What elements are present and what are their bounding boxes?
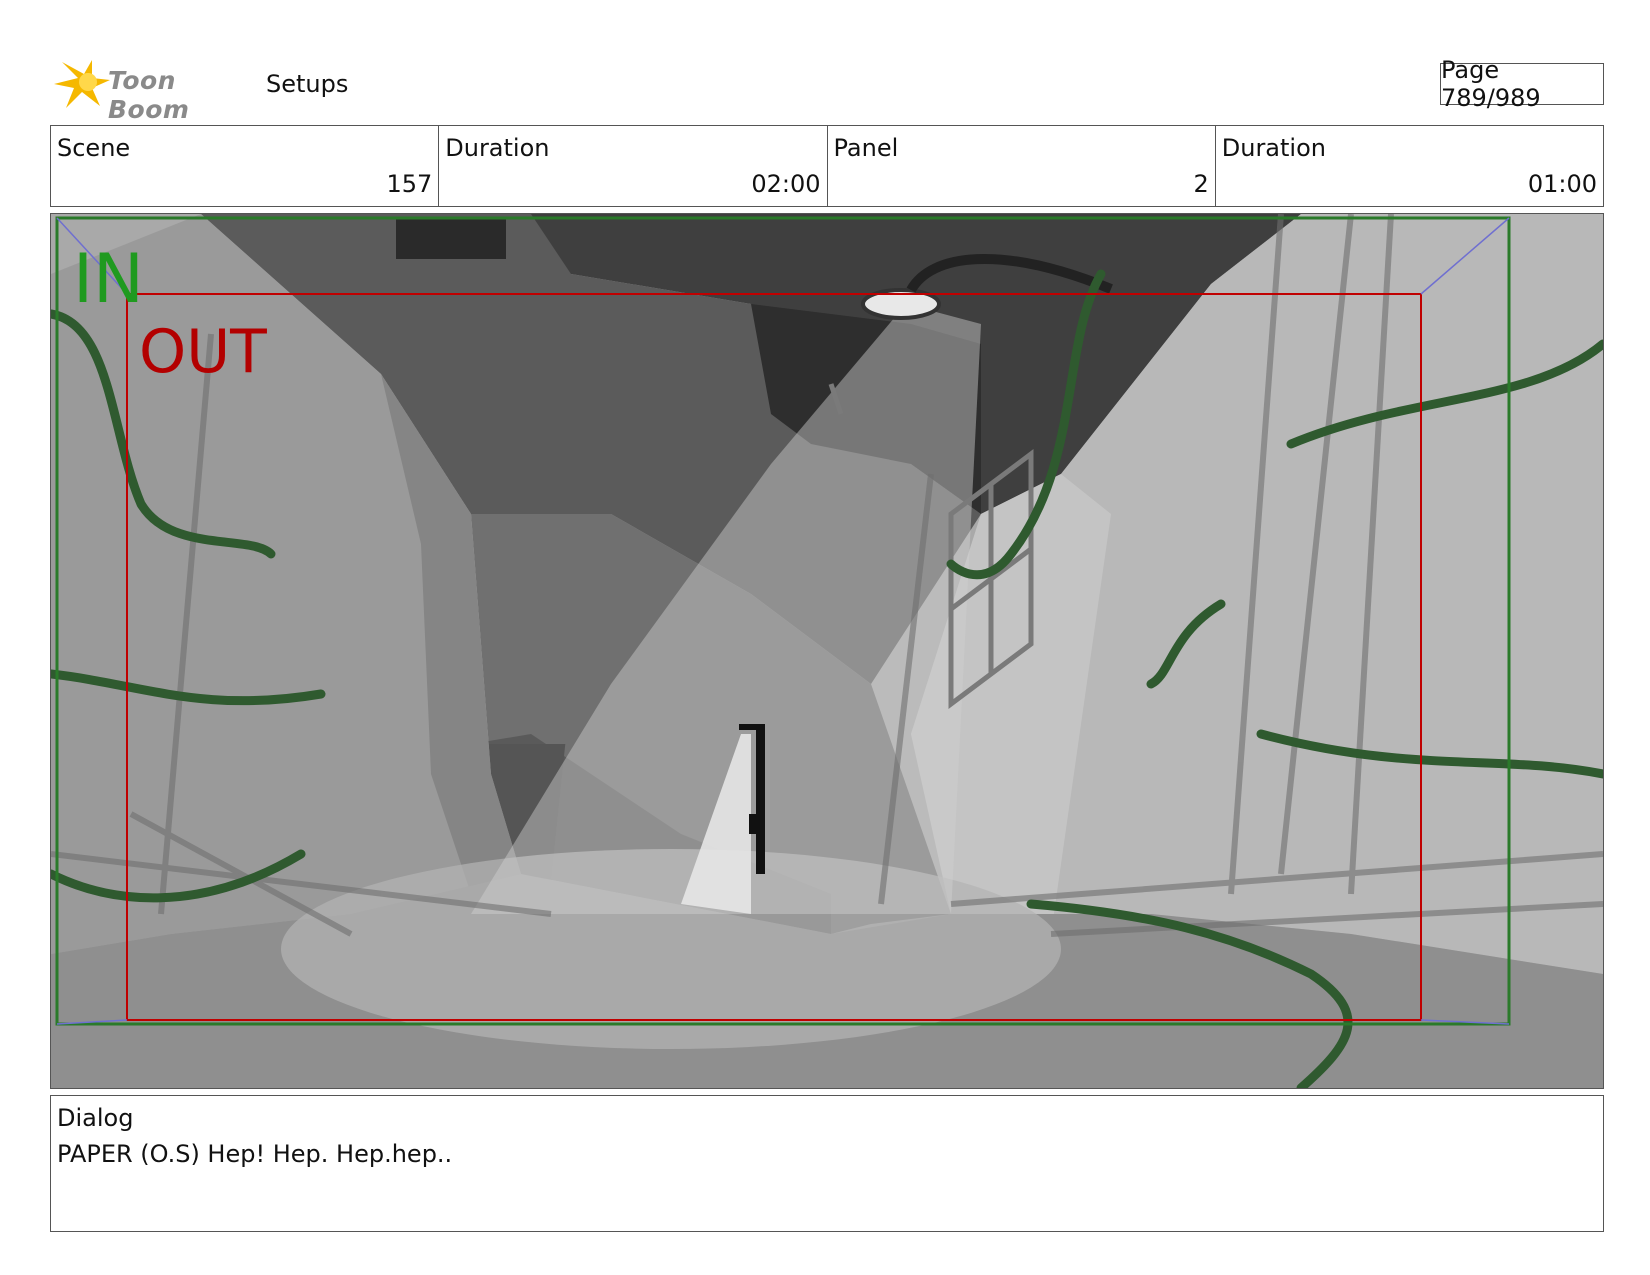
storyboard-frame: IN OUT (50, 213, 1604, 1089)
dialog-text: PAPER (O.S) Hep! Hep. Hep.hep.. (57, 1140, 453, 1168)
scene-duration-label: Duration (445, 134, 550, 162)
storyboard-drawing: IN OUT (51, 214, 1603, 1088)
panel-duration-value: 01:00 (1527, 170, 1597, 198)
scene-value: 157 (386, 170, 433, 198)
dialog-label: Dialog (57, 1104, 134, 1132)
scene-duration-value: 02:00 (751, 170, 821, 198)
toon-boom-logo: Toon Boom (52, 58, 242, 124)
scene-label: Scene (57, 134, 131, 162)
in-label: IN (73, 240, 144, 319)
dialog-box: Dialog PAPER (O.S) Hep! Hep. Hep.hep.. (50, 1095, 1604, 1232)
logo-burst-icon (54, 60, 110, 108)
panel-value: 2 (1193, 170, 1209, 198)
info-table: Scene 157 Duration 02:00 Panel 2 Duratio… (50, 125, 1604, 207)
logo-text: Toon Boom (108, 66, 190, 124)
out-label: OUT (139, 317, 267, 387)
panel-label: Panel (833, 134, 899, 162)
panel-duration-label: Duration (1221, 134, 1326, 162)
panel-cell: Panel 2 (828, 126, 1216, 206)
section-title: Setups (266, 70, 349, 98)
page-number: Page 789/989 (1440, 56, 1604, 112)
scene-cell: Scene 157 (51, 126, 440, 206)
scene-duration-cell: Duration 02:00 (439, 126, 828, 206)
panel-duration-cell: Duration 01:00 (1216, 126, 1603, 206)
